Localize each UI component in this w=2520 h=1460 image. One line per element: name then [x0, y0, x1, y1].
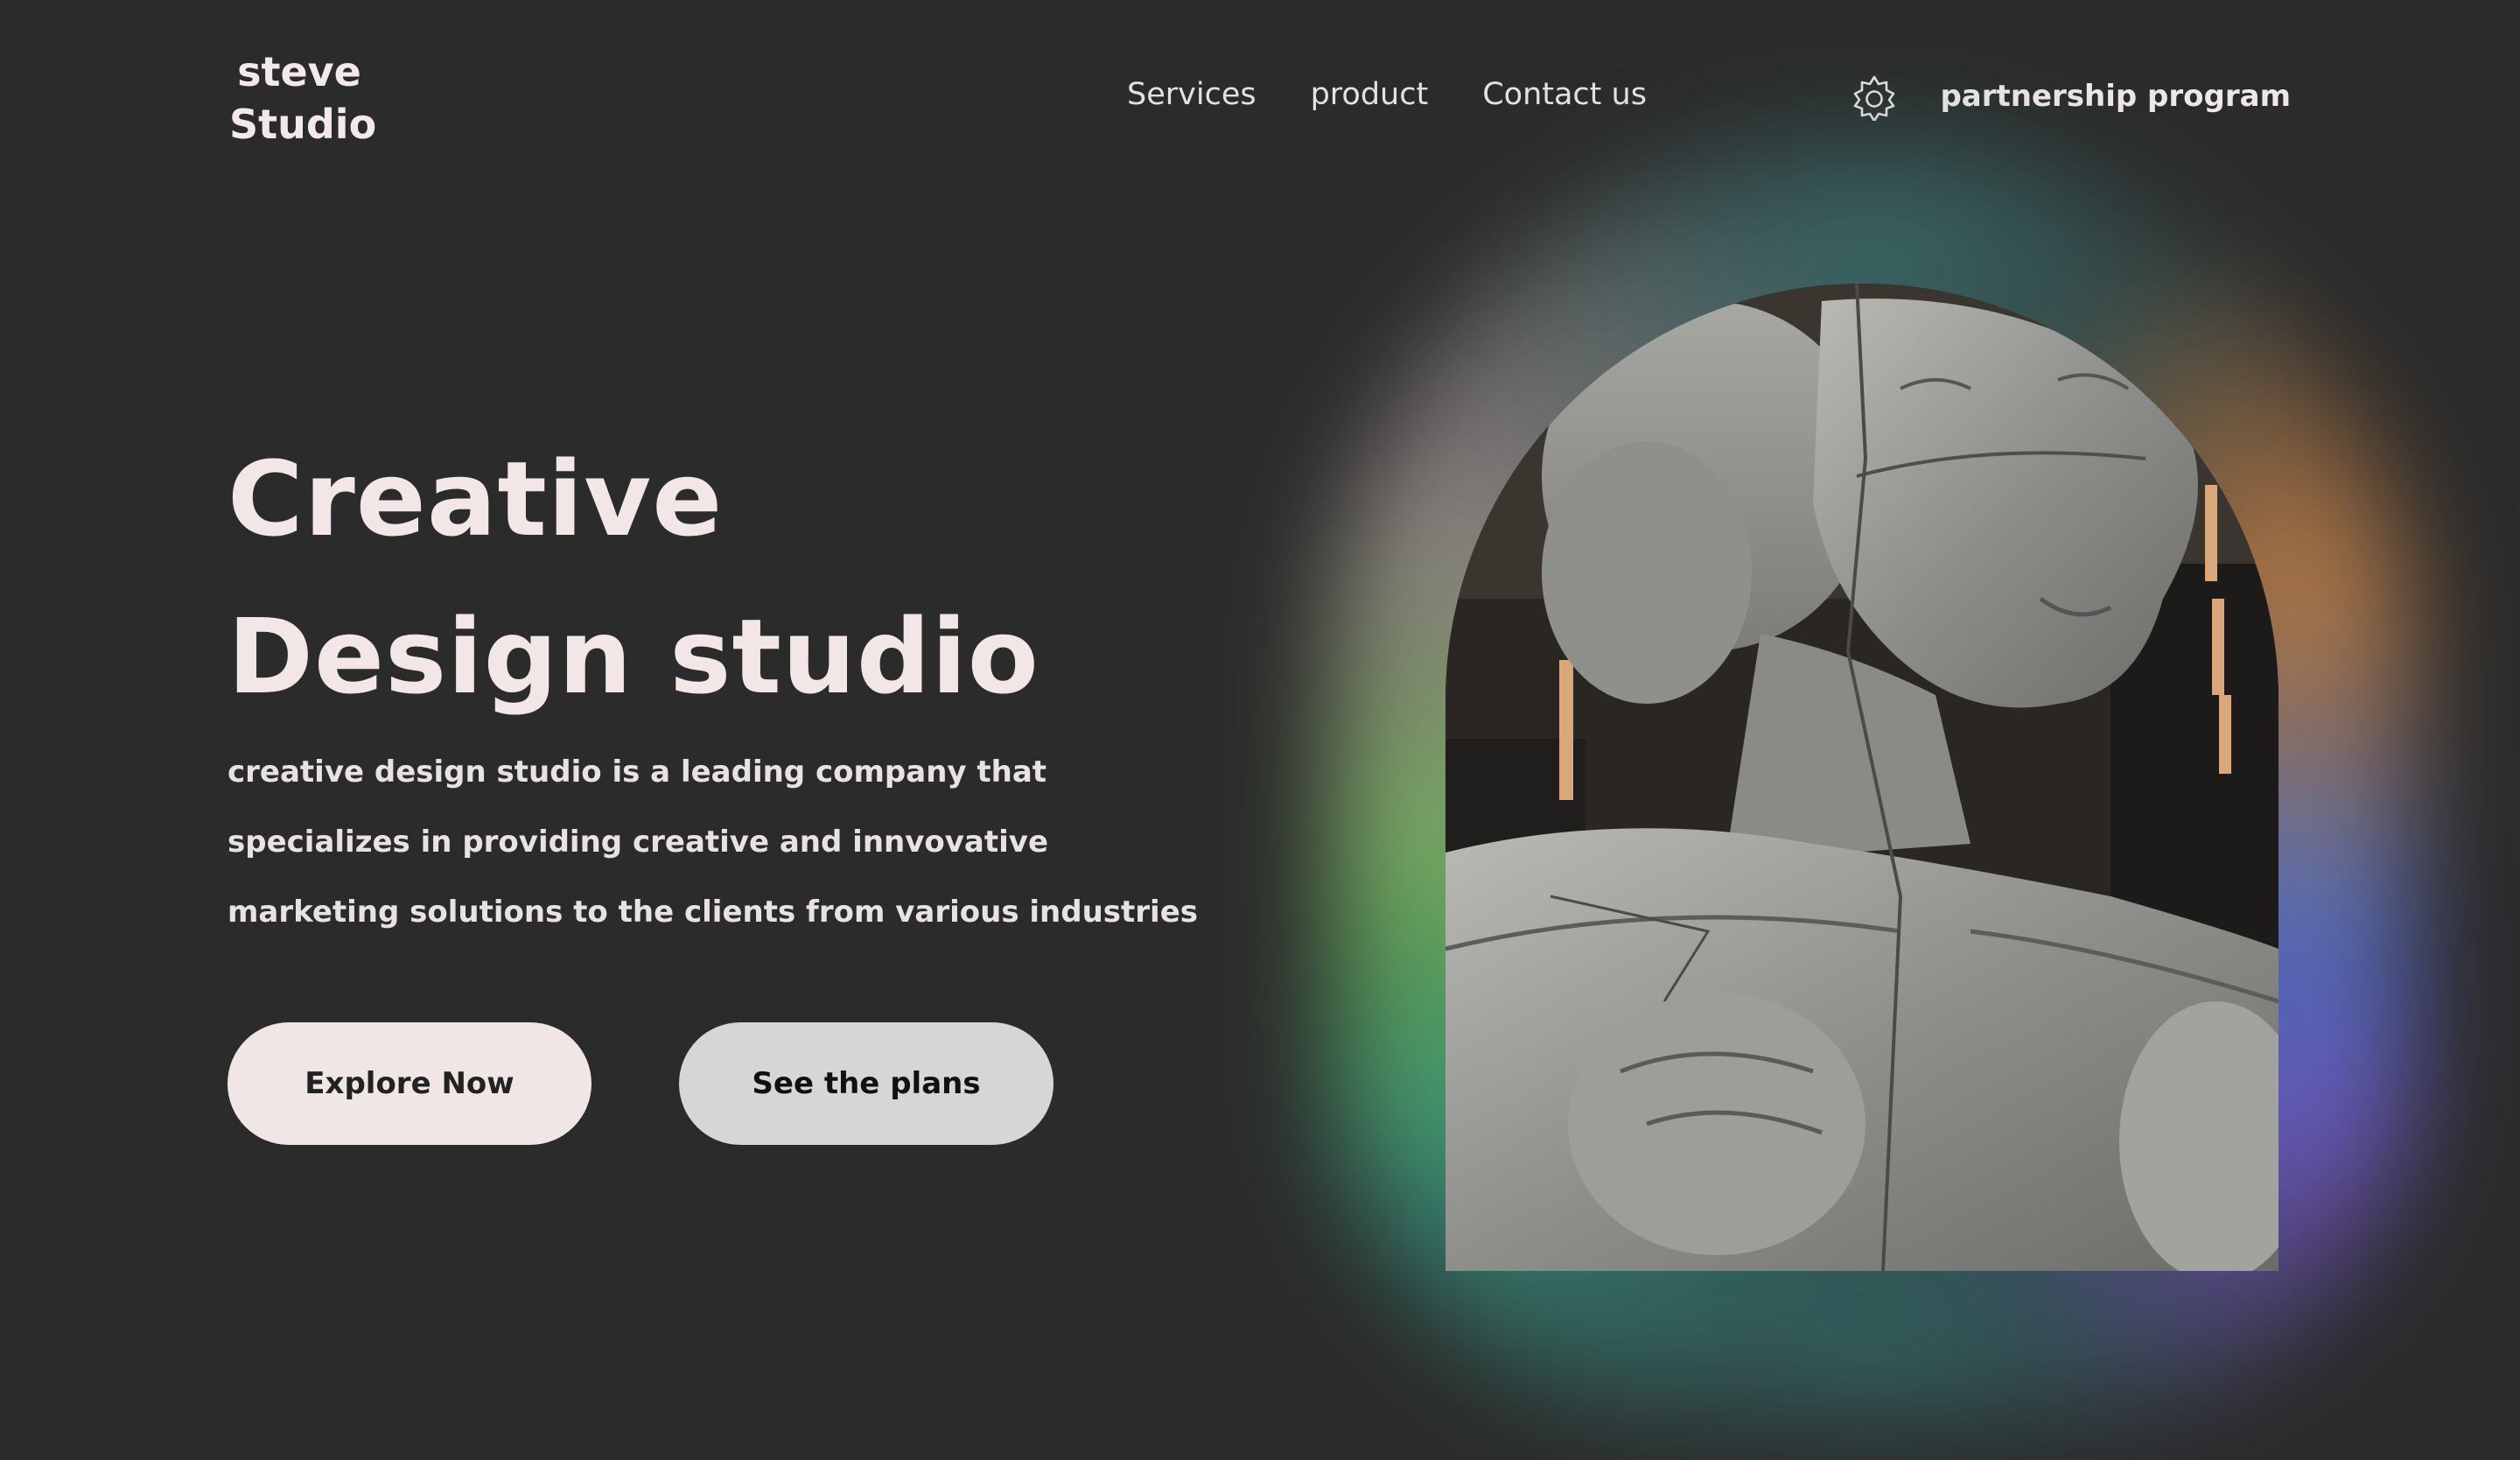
explore-now-button[interactable]: Explore Now — [228, 1022, 592, 1145]
hero-image — [1446, 284, 2278, 1271]
hero-description: creative design studio is a leading comp… — [228, 755, 1199, 930]
main-nav: Services product Contact us — [1127, 77, 1647, 112]
nav-item-contact-us[interactable]: Contact us — [1482, 77, 1647, 112]
statue-illustration — [1446, 284, 2278, 1271]
sun-icon — [1853, 75, 1895, 121]
nav-item-services[interactable]: Services — [1127, 77, 1256, 112]
brand-logo[interactable]: steve Studio — [229, 46, 377, 151]
hero-title: Creative Design studio — [228, 420, 1040, 735]
see-the-plans-button[interactable]: See the plans — [679, 1022, 1054, 1145]
page: steve Studio Services product Contact us… — [0, 0, 2520, 1460]
brand-line-2: Studio — [229, 101, 377, 148]
hero-title-line-1: Creative — [228, 439, 724, 559]
theme-toggle-button[interactable] — [1850, 74, 1899, 123]
nav-item-product[interactable]: product — [1311, 77, 1429, 112]
brand-line-1: steve — [237, 48, 361, 95]
hero-title-line-2: Design studio — [228, 596, 1040, 717]
partnership-program-link[interactable]: partnership program — [1940, 79, 2291, 114]
